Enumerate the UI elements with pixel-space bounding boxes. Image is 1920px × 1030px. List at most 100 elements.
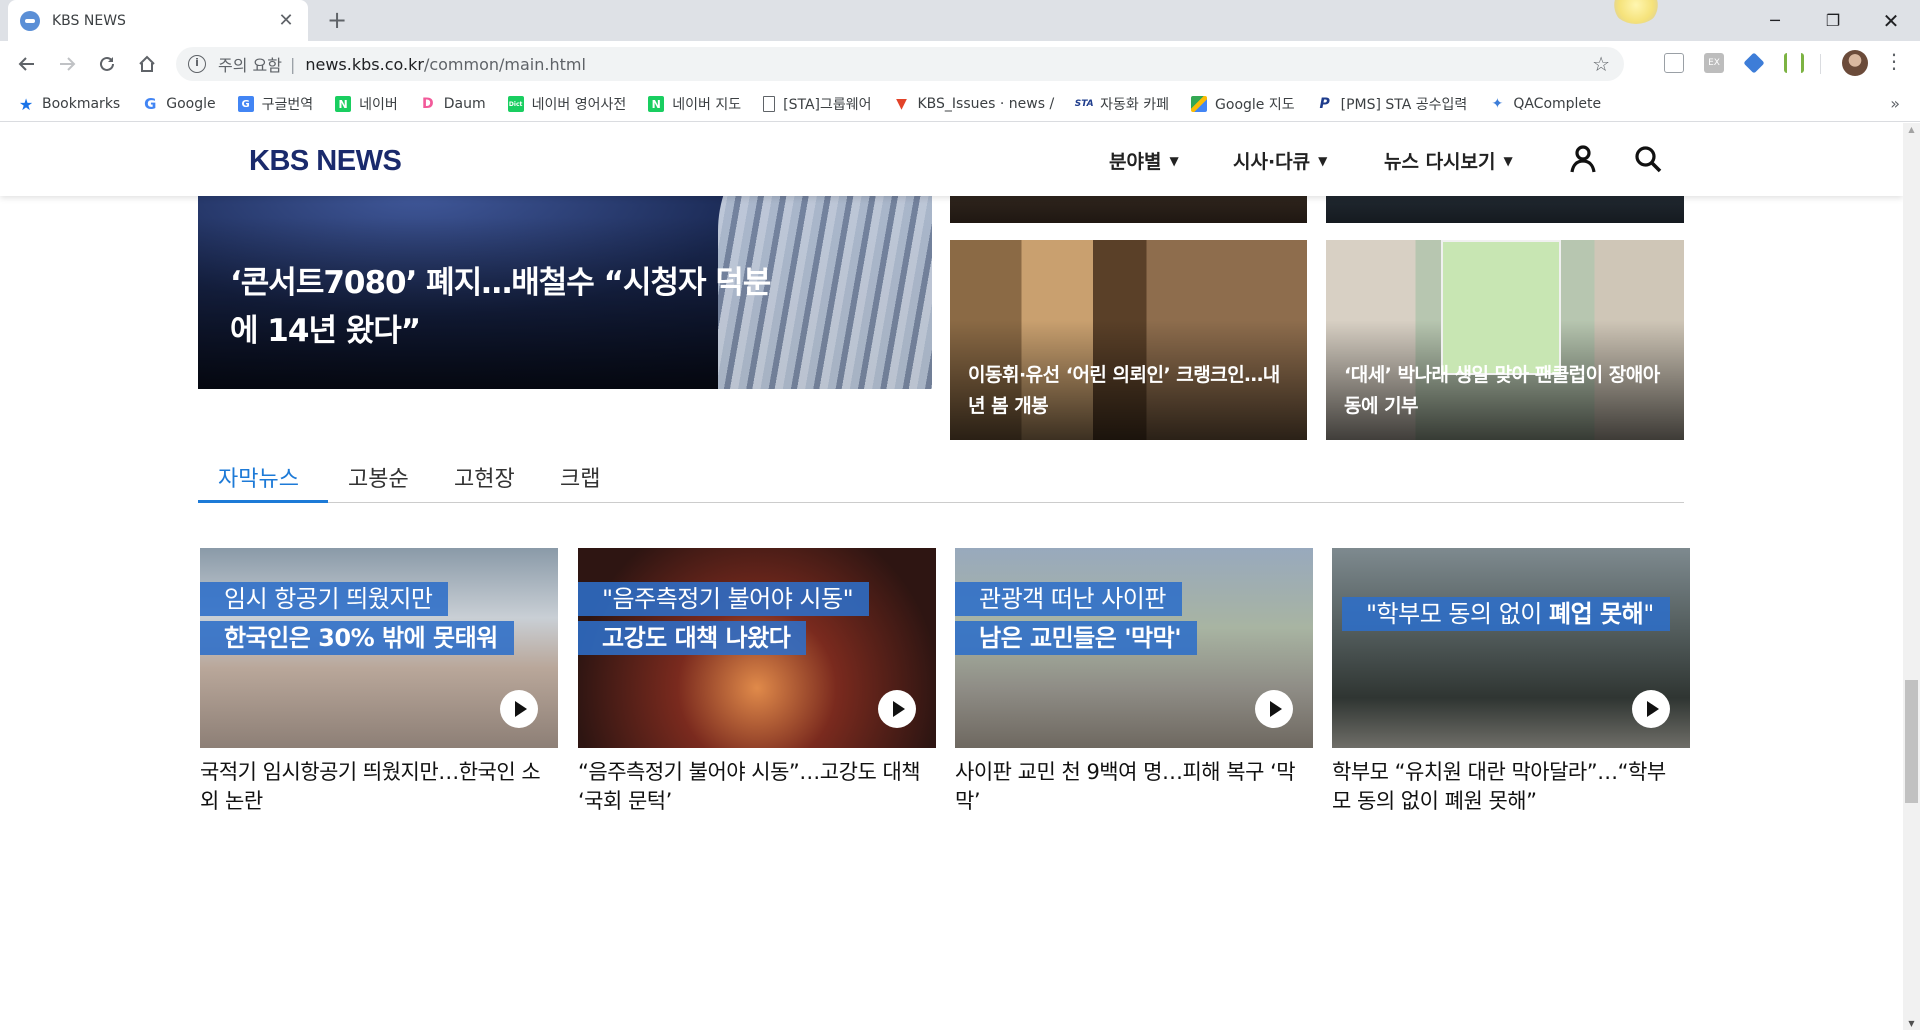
kbs-favicon-icon [20,10,40,31]
bookmark-item[interactable]: N 네이버 지도 [648,94,741,114]
tab-gobongsun[interactable]: 고봉순 [348,461,409,493]
arrow-left-icon [18,57,34,71]
bookmark-label: [STA]그룹웨어 [783,97,872,113]
subtitle-line: "음주측정기 불어야 시동" [578,582,870,616]
search-icon[interactable] [1634,145,1662,173]
news-card[interactable]: ‘대세’ 박나래 생일 맞아 팬클럽이 장애아동에 기부 [1326,240,1684,440]
tab-close-icon[interactable]: ✕ [276,10,296,31]
reload-button[interactable] [92,49,122,79]
photo-banner [1441,240,1561,375]
scrollbar-thumb[interactable] [1905,680,1918,803]
news-card[interactable]: 이동휘·유선 ‘어린 의뢰인’ 크랭크인…내년 봄 개봉 [950,240,1307,440]
bookmark-item[interactable]: G 구글번역 [237,94,314,114]
url-path: /common/main.html [423,54,586,74]
bookmark-label: 구글번역 [261,97,314,113]
arrow-right-icon [60,57,76,71]
info-icon[interactable]: i [188,55,206,73]
nav-replay-menu[interactable]: 뉴스 다시보기 ▼ [1384,147,1513,174]
new-tab-button[interactable]: + [322,6,352,36]
toolbar-divider [1820,54,1821,74]
security-separator: | [289,54,296,74]
caret-down-icon: ▼ [1318,153,1328,168]
scroll-up-arrow-icon[interactable]: ▲ [1903,125,1920,134]
bookmark-item[interactable]: [STA]그룹웨어 [763,94,872,114]
page-viewport: KBS NEWS 분야별 ▼ 시사·다큐 ▼ 뉴스 다시보기 ▼ ‘콘서트7080’ … [0,123,1903,1030]
bookmark-label: [PMS] STA 공수입력 [1340,97,1468,113]
subtitle-line: 임시 항공기 띄웠지만 [200,582,449,616]
url-text[interactable]: news.kbs.co.kr/common/main.html [305,55,586,74]
tab-crab[interactable]: 크랩 [560,461,600,493]
video-thumbnail[interactable]: "음주측정기 불어야 시동" 고강도 대책 나왔다 [578,548,936,748]
nav-label: 뉴스 다시보기 [1384,151,1496,173]
security-label: 주의 요함 [218,56,282,75]
bookmark-label: KBS_Issues · news / [917,96,1055,112]
play-icon[interactable] [500,690,538,728]
window-restore-button[interactable]: ❐ [1804,0,1862,41]
pms-icon: P [1319,96,1330,112]
video-thumbnail[interactable]: 임시 항공기 띄웠지만 한국인은 30% 밖에 못태워 [200,548,558,748]
video-category-tabs: 자막뉴스 고봉순 고현장 크랩 [198,441,1684,503]
bookmark-item[interactable]: ✦ QAComplete [1489,96,1601,112]
subtitle-end-text: " [1643,600,1654,628]
daum-icon: D [421,96,434,112]
bookmark-item[interactable]: G Google [142,95,216,113]
back-button[interactable] [12,49,42,79]
bookmark-label: 네이버 지도 [672,97,742,113]
kebab-menu-icon[interactable]: ⋮ [1884,49,1904,73]
address-bar[interactable]: i 주의 요함 | news.kbs.co.kr/common/main.htm… [176,47,1624,81]
bookmark-item[interactable]: N 네이버 [335,94,398,114]
window-close-button[interactable]: ✕ [1862,0,1920,41]
tab-gohyeonjang[interactable]: 고현장 [454,461,515,493]
extension-ladder-icon[interactable] [1784,53,1804,73]
bookmarks-more-button[interactable]: » [1890,94,1900,113]
naver-dict-icon: Dict [507,96,524,112]
play-icon[interactable] [1255,690,1293,728]
extension-ex-icon[interactable]: EX [1704,53,1724,73]
bookmark-label: Daum [443,96,486,112]
bookmark-item[interactable]: STA 자동화 카페 [1075,94,1169,114]
video-card[interactable]: 임시 항공기 띄웠지만 한국인은 30% 밖에 못태워 국적기 임시항공기 띄웠… [200,548,558,816]
video-title[interactable]: 사이판 교민 천 9백여 명…피해 복구 ‘막막’ [955,758,1313,816]
profile-avatar[interactable] [1842,50,1868,76]
tab-title: KBS NEWS [52,12,126,29]
bookmark-item[interactable]: ★ Bookmarks [18,95,120,114]
hero-title: ‘콘서트7080’ 폐지…배철수 “시청자 덕분에 14년 왔다” [230,265,771,349]
bookmark-item[interactable]: D Daum [420,96,486,112]
kbs-news-logo[interactable]: KBS NEWS [249,145,402,178]
nav-category-menu[interactable]: 분야별 ▼ [1109,147,1179,174]
nav-documentary-menu[interactable]: 시사·다큐 ▼ [1233,147,1327,174]
active-tab-indicator [198,500,328,503]
video-thumbnail[interactable]: "학부모 동의 없이 폐업 못해" [1332,548,1690,748]
video-card[interactable]: "음주측정기 불어야 시동" 고강도 대책 나왔다 “음주측정기 불어야 시동”… [578,548,936,816]
home-icon [139,55,155,72]
user-icon[interactable] [1570,145,1596,173]
browser-tab[interactable]: KBS NEWS ✕ [8,0,308,41]
bookmark-item[interactable]: Google 지도 [1191,94,1295,114]
bookmark-item[interactable]: Dict 네이버 영어사전 [507,94,626,114]
extension-diamond-icon[interactable] [1743,52,1765,74]
video-card[interactable]: "학부모 동의 없이 폐업 못해" 학부모 “유치원 대란 막아달라”…“학부모… [1332,548,1690,816]
nav-label: 분야별 [1109,151,1162,173]
bookmark-star-icon[interactable]: ☆ [1592,52,1610,76]
video-title[interactable]: 국적기 임시항공기 띄웠지만…한국인 소외 논란 [200,758,558,816]
reload-icon [100,56,114,71]
video-thumbnail[interactable]: 관광객 떠난 사이판 남은 교민들은 '막막' [955,548,1313,748]
extension-cast-icon[interactable] [1664,53,1684,73]
bookmark-item[interactable]: ▼ KBS_Issues · news / [894,96,1055,112]
tab-strip: KBS NEWS ✕ + ─ ❐ ✕ [0,0,1920,41]
window-minimize-button[interactable]: ─ [1746,0,1804,41]
bookmark-label: 네이버 [359,97,398,113]
bookmark-item[interactable]: P [PMS] STA 공수입력 [1317,94,1468,114]
page-scrollbar[interactable]: ▲ ▼ [1903,123,1920,1030]
video-card[interactable]: 관광객 떠난 사이판 남은 교민들은 '막막' 사이판 교민 천 9백여 명…피… [955,548,1313,816]
video-title[interactable]: 학부모 “유치원 대란 막아달라”…“학부모 동의 없이 폐원 못해” [1332,758,1690,816]
tab-subtitle-news[interactable]: 자막뉴스 [218,461,299,493]
forward-button[interactable] [52,49,82,79]
home-button[interactable] [132,49,162,79]
play-icon[interactable] [878,690,916,728]
video-title[interactable]: “음주측정기 불어야 시동”…고강도 대책 ‘국회 문턱’ [578,758,936,816]
play-icon[interactable] [1632,690,1670,728]
bookmark-label: Google 지도 [1215,97,1295,113]
scroll-down-arrow-icon[interactable]: ▼ [1903,1019,1920,1028]
caret-down-icon: ▼ [1169,153,1179,168]
